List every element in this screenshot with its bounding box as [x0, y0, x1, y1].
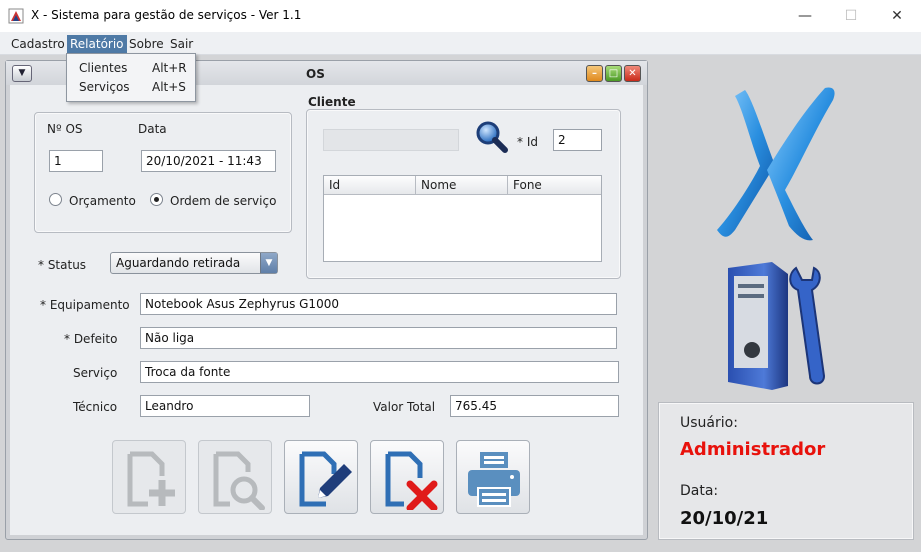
- app-java-icon: [8, 8, 24, 24]
- client-id-label: * Id: [517, 135, 538, 149]
- valor-total-field[interactable]: 765.45: [450, 395, 619, 417]
- document-search-icon: [213, 451, 265, 510]
- radio-ordem-servico[interactable]: [150, 193, 163, 206]
- frame-menu-icon[interactable]: ▼: [12, 65, 32, 82]
- relatorio-dropdown: Clientes Alt+R Serviços Alt+S: [66, 53, 196, 102]
- equipamento-field[interactable]: Notebook Asus Zephyrus G1000: [140, 293, 617, 315]
- menu-relatorio[interactable]: Relatório: [67, 35, 127, 53]
- document-edit-icon: [299, 451, 352, 507]
- x-logo-icon: [717, 87, 835, 241]
- cliente-group-label: Cliente: [308, 95, 356, 109]
- print-os-button[interactable]: [456, 440, 530, 514]
- edit-os-button[interactable]: [284, 440, 358, 514]
- radio-orcamento[interactable]: [49, 193, 62, 206]
- computer-tower-wrench-icon: [728, 262, 826, 390]
- tecnico-label: Técnico: [73, 400, 118, 414]
- status-selected: Aguardando retirada: [116, 256, 241, 270]
- window-titlebar: X - Sistema para gestão de serviços - Ve…: [0, 0, 921, 32]
- client-table[interactable]: Id Nome Fone: [323, 175, 602, 262]
- menu-item-servicos[interactable]: Serviços: [79, 80, 130, 94]
- date-label: Data: [138, 122, 167, 136]
- col-id[interactable]: Id: [324, 176, 416, 195]
- tecnico-field[interactable]: Leandro: [140, 395, 310, 417]
- frame-close-icon[interactable]: ✕: [624, 65, 641, 82]
- frame-maximize-icon[interactable]: □: [605, 65, 622, 82]
- date-info-value: 20/10/21: [680, 508, 769, 529]
- servico-field[interactable]: Troca da fonte: [140, 361, 619, 383]
- date-field[interactable]: 20/10/2021 - 11:43: [141, 150, 276, 172]
- printer-icon: [468, 452, 520, 507]
- date-info-label: Data:: [680, 483, 719, 499]
- client-id-field[interactable]: 2: [553, 129, 602, 151]
- chevron-down-icon[interactable]: ▼: [260, 253, 277, 273]
- os-number-label: Nº OS: [47, 122, 83, 136]
- os-frame-title: OS: [306, 67, 325, 81]
- window-title: X - Sistema para gestão de serviços - Ve…: [31, 8, 302, 22]
- defeito-field[interactable]: Não liga: [140, 327, 617, 349]
- menu-cadastro[interactable]: Cadastro: [8, 35, 68, 53]
- equipamento-label: * Equipamento: [40, 298, 130, 312]
- col-nome[interactable]: Nome: [416, 176, 508, 195]
- menu-item-clientes-accel: Alt+R: [152, 61, 187, 75]
- search-icon[interactable]: [474, 120, 510, 154]
- status-combo[interactable]: Aguardando retirada ▼: [110, 252, 278, 274]
- maximize-button[interactable]: ☐: [839, 5, 863, 27]
- radio-orcamento-label[interactable]: Orçamento: [69, 194, 136, 208]
- delete-os-button[interactable]: [370, 440, 444, 514]
- user-info-panel: Usuário: Administrador Data: 20/10/21: [658, 402, 914, 540]
- close-button[interactable]: ✕: [885, 5, 909, 27]
- status-label: * Status: [38, 258, 87, 272]
- client-search-field[interactable]: [323, 129, 459, 151]
- search-os-button[interactable]: [198, 440, 272, 514]
- add-os-button[interactable]: [112, 440, 186, 514]
- user-label: Usuário:: [680, 415, 738, 431]
- col-fone[interactable]: Fone: [508, 176, 601, 195]
- servico-label: Serviço: [73, 366, 118, 380]
- menu-sobre[interactable]: Sobre: [126, 35, 167, 53]
- menu-sair[interactable]: Sair: [167, 35, 196, 53]
- document-plus-icon: [127, 451, 175, 507]
- valor-total-label: Valor Total: [373, 400, 436, 414]
- radio-ordem-servico-label[interactable]: Ordem de serviço: [170, 194, 276, 208]
- user-value: Administrador: [680, 439, 826, 460]
- menu-item-clientes[interactable]: Clientes: [79, 61, 127, 75]
- menubar: Cadastro Relatório Sobre Sair: [0, 32, 921, 55]
- defeito-label: * Defeito: [64, 332, 118, 346]
- menu-item-servicos-accel: Alt+S: [152, 80, 186, 94]
- document-delete-icon: [385, 451, 438, 510]
- minimize-button[interactable]: —: [793, 5, 817, 27]
- radio-selected-dot: [154, 197, 159, 202]
- os-number-field[interactable]: 1: [49, 150, 103, 172]
- frame-minimize-icon[interactable]: –: [586, 65, 603, 82]
